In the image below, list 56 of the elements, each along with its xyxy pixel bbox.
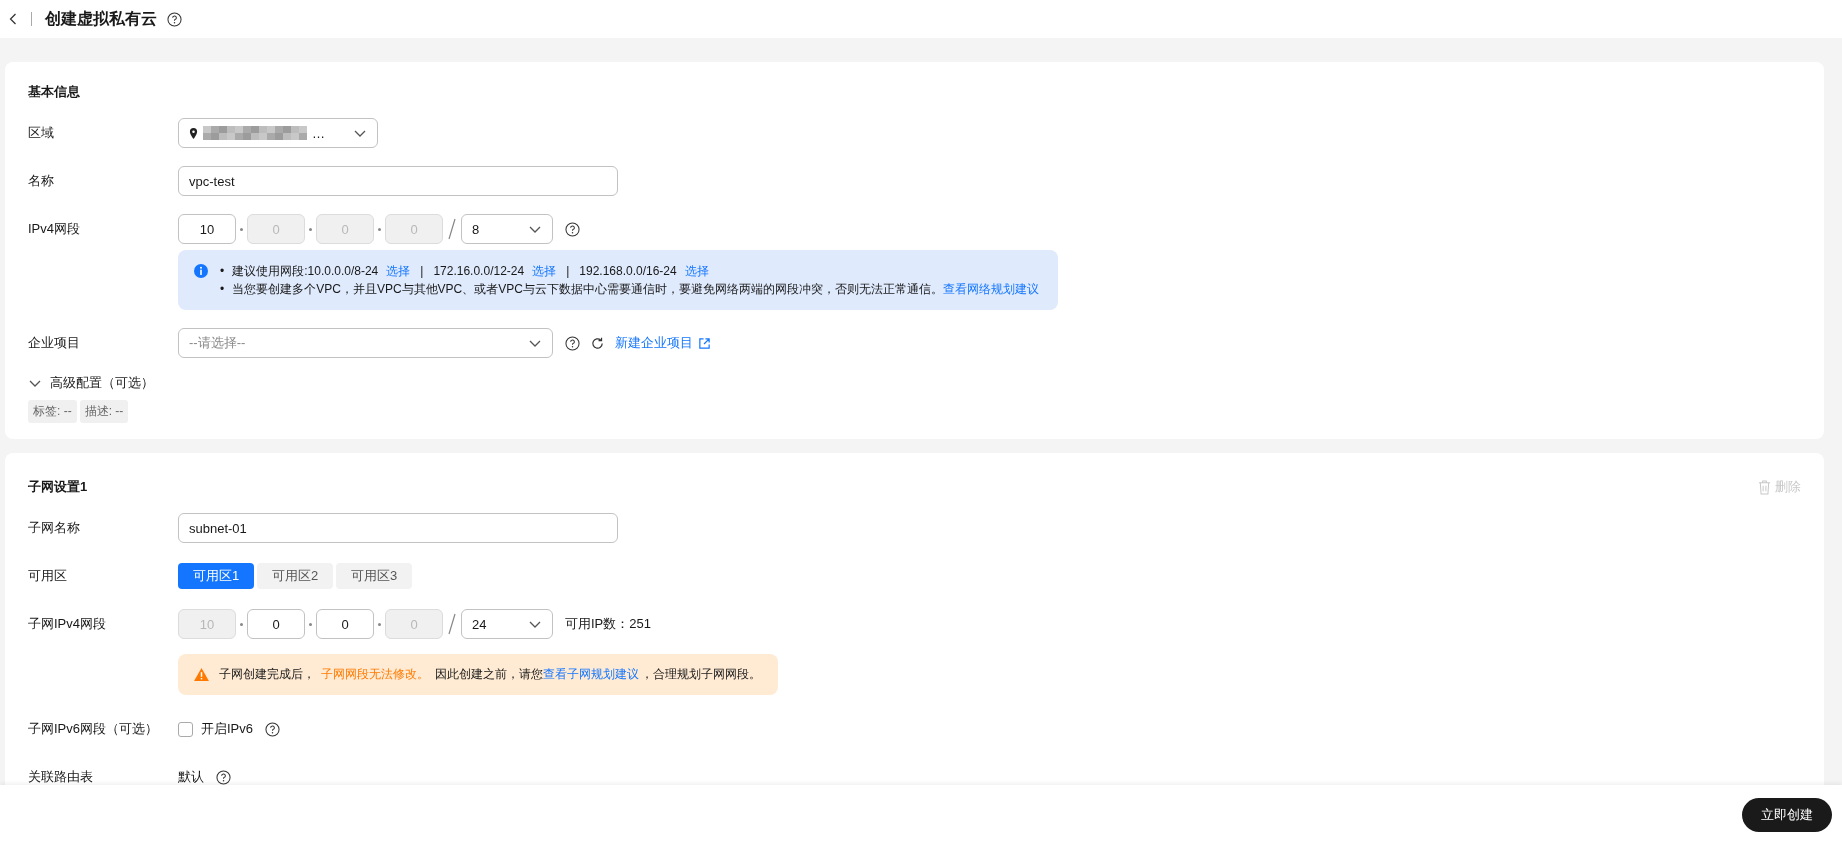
suggestion-text: 建议使用网段:10.0.0.0/8-24 选择 | 172.16.0.0/12-24 选择 | 192.168.0.0/16-24 选择 (232, 264, 709, 278)
ipv6-checkbox[interactable]: 开启IPv6 (178, 720, 253, 738)
help-icon[interactable] (565, 221, 580, 237)
mask-select[interactable]: 8 (461, 214, 553, 244)
field-label: 企业项目 (28, 334, 81, 352)
select-link[interactable]: 选择 (684, 264, 709, 278)
region-select[interactable]: … (178, 118, 378, 148)
mask-select[interactable]: 24 (461, 609, 553, 639)
zone-tab[interactable]: 可用区1 (178, 563, 254, 589)
summary-tag: 标签: -- (28, 400, 77, 423)
field-label: 关联路由表 (28, 768, 94, 786)
route-table-value: 默认 (178, 768, 204, 786)
location-pin-icon (189, 127, 198, 139)
back-icon[interactable] (8, 12, 18, 26)
help-icon[interactable] (565, 335, 580, 351)
field-label: 子网IPv4网段 (28, 615, 107, 633)
zone-tab[interactable]: 可用区3 (336, 563, 412, 589)
field-label: 可用区 (28, 567, 68, 585)
warning-icon (194, 668, 209, 681)
name-field[interactable]: vpc-test (178, 166, 618, 196)
info-icon (194, 264, 208, 278)
project-select[interactable]: --请选择-- (178, 328, 553, 358)
slash-icon (447, 217, 457, 241)
summary-tag: 描述: -- (79, 400, 129, 423)
available-ip-count: 可用IP数：251 (565, 615, 651, 633)
notice-text: 当您要创建多个VPC，并且VPC与其他VPC、或者VPC与云下数据中心需要通信时，要避免网络两端的网段冲突，否则无法正常通信。查看网络规划建议 (232, 282, 1039, 296)
bullet-icon: • (220, 264, 225, 278)
help-icon[interactable] (167, 11, 182, 27)
refresh-icon[interactable] (590, 335, 605, 351)
new-project-link[interactable]: 新建企业项目 (615, 334, 693, 352)
bullet-icon: • (220, 282, 225, 296)
warning-text: 子网创建完成后， 子网网段无法修改。 因此创建之前，请您查看子网规划建议 ，合理规划子网网段。 (219, 666, 761, 683)
section-heading: 基本信息 (28, 84, 81, 100)
planning-link[interactable]: 查看网络规划建议 (942, 282, 1039, 296)
page-title: 创建虚拟私有云 (45, 8, 157, 29)
create-button[interactable]: 立即创建 (1742, 797, 1832, 832)
trash-icon (1758, 479, 1771, 495)
select-link[interactable]: 选择 (532, 264, 557, 278)
octet-field[interactable]: 0 (316, 609, 374, 639)
slash-icon (447, 612, 457, 636)
field-label: 名称 (28, 172, 55, 190)
field-label: IPv4网段 (28, 220, 81, 238)
octet-field[interactable]: 0 (247, 609, 305, 639)
zone-tab[interactable]: 可用区2 (257, 563, 333, 589)
field-label: 区域 (28, 124, 55, 142)
field-label: 子网名称 (28, 519, 81, 537)
advanced-toggle[interactable]: 高级配置（可选） (28, 374, 154, 392)
select-link[interactable]: 选择 (386, 264, 411, 278)
octet-field[interactable]: 10 (178, 214, 236, 244)
subnet-planning-link[interactable]: 查看子网规划建议 (543, 667, 639, 681)
subnet-name-field[interactable]: subnet-01 (178, 513, 618, 543)
help-icon[interactable] (216, 769, 231, 785)
external-link-icon[interactable] (698, 336, 711, 350)
section-heading: 子网设置1 (28, 479, 88, 495)
help-icon[interactable] (265, 721, 280, 737)
field-label: 子网IPv6网段（可选） (28, 720, 159, 738)
